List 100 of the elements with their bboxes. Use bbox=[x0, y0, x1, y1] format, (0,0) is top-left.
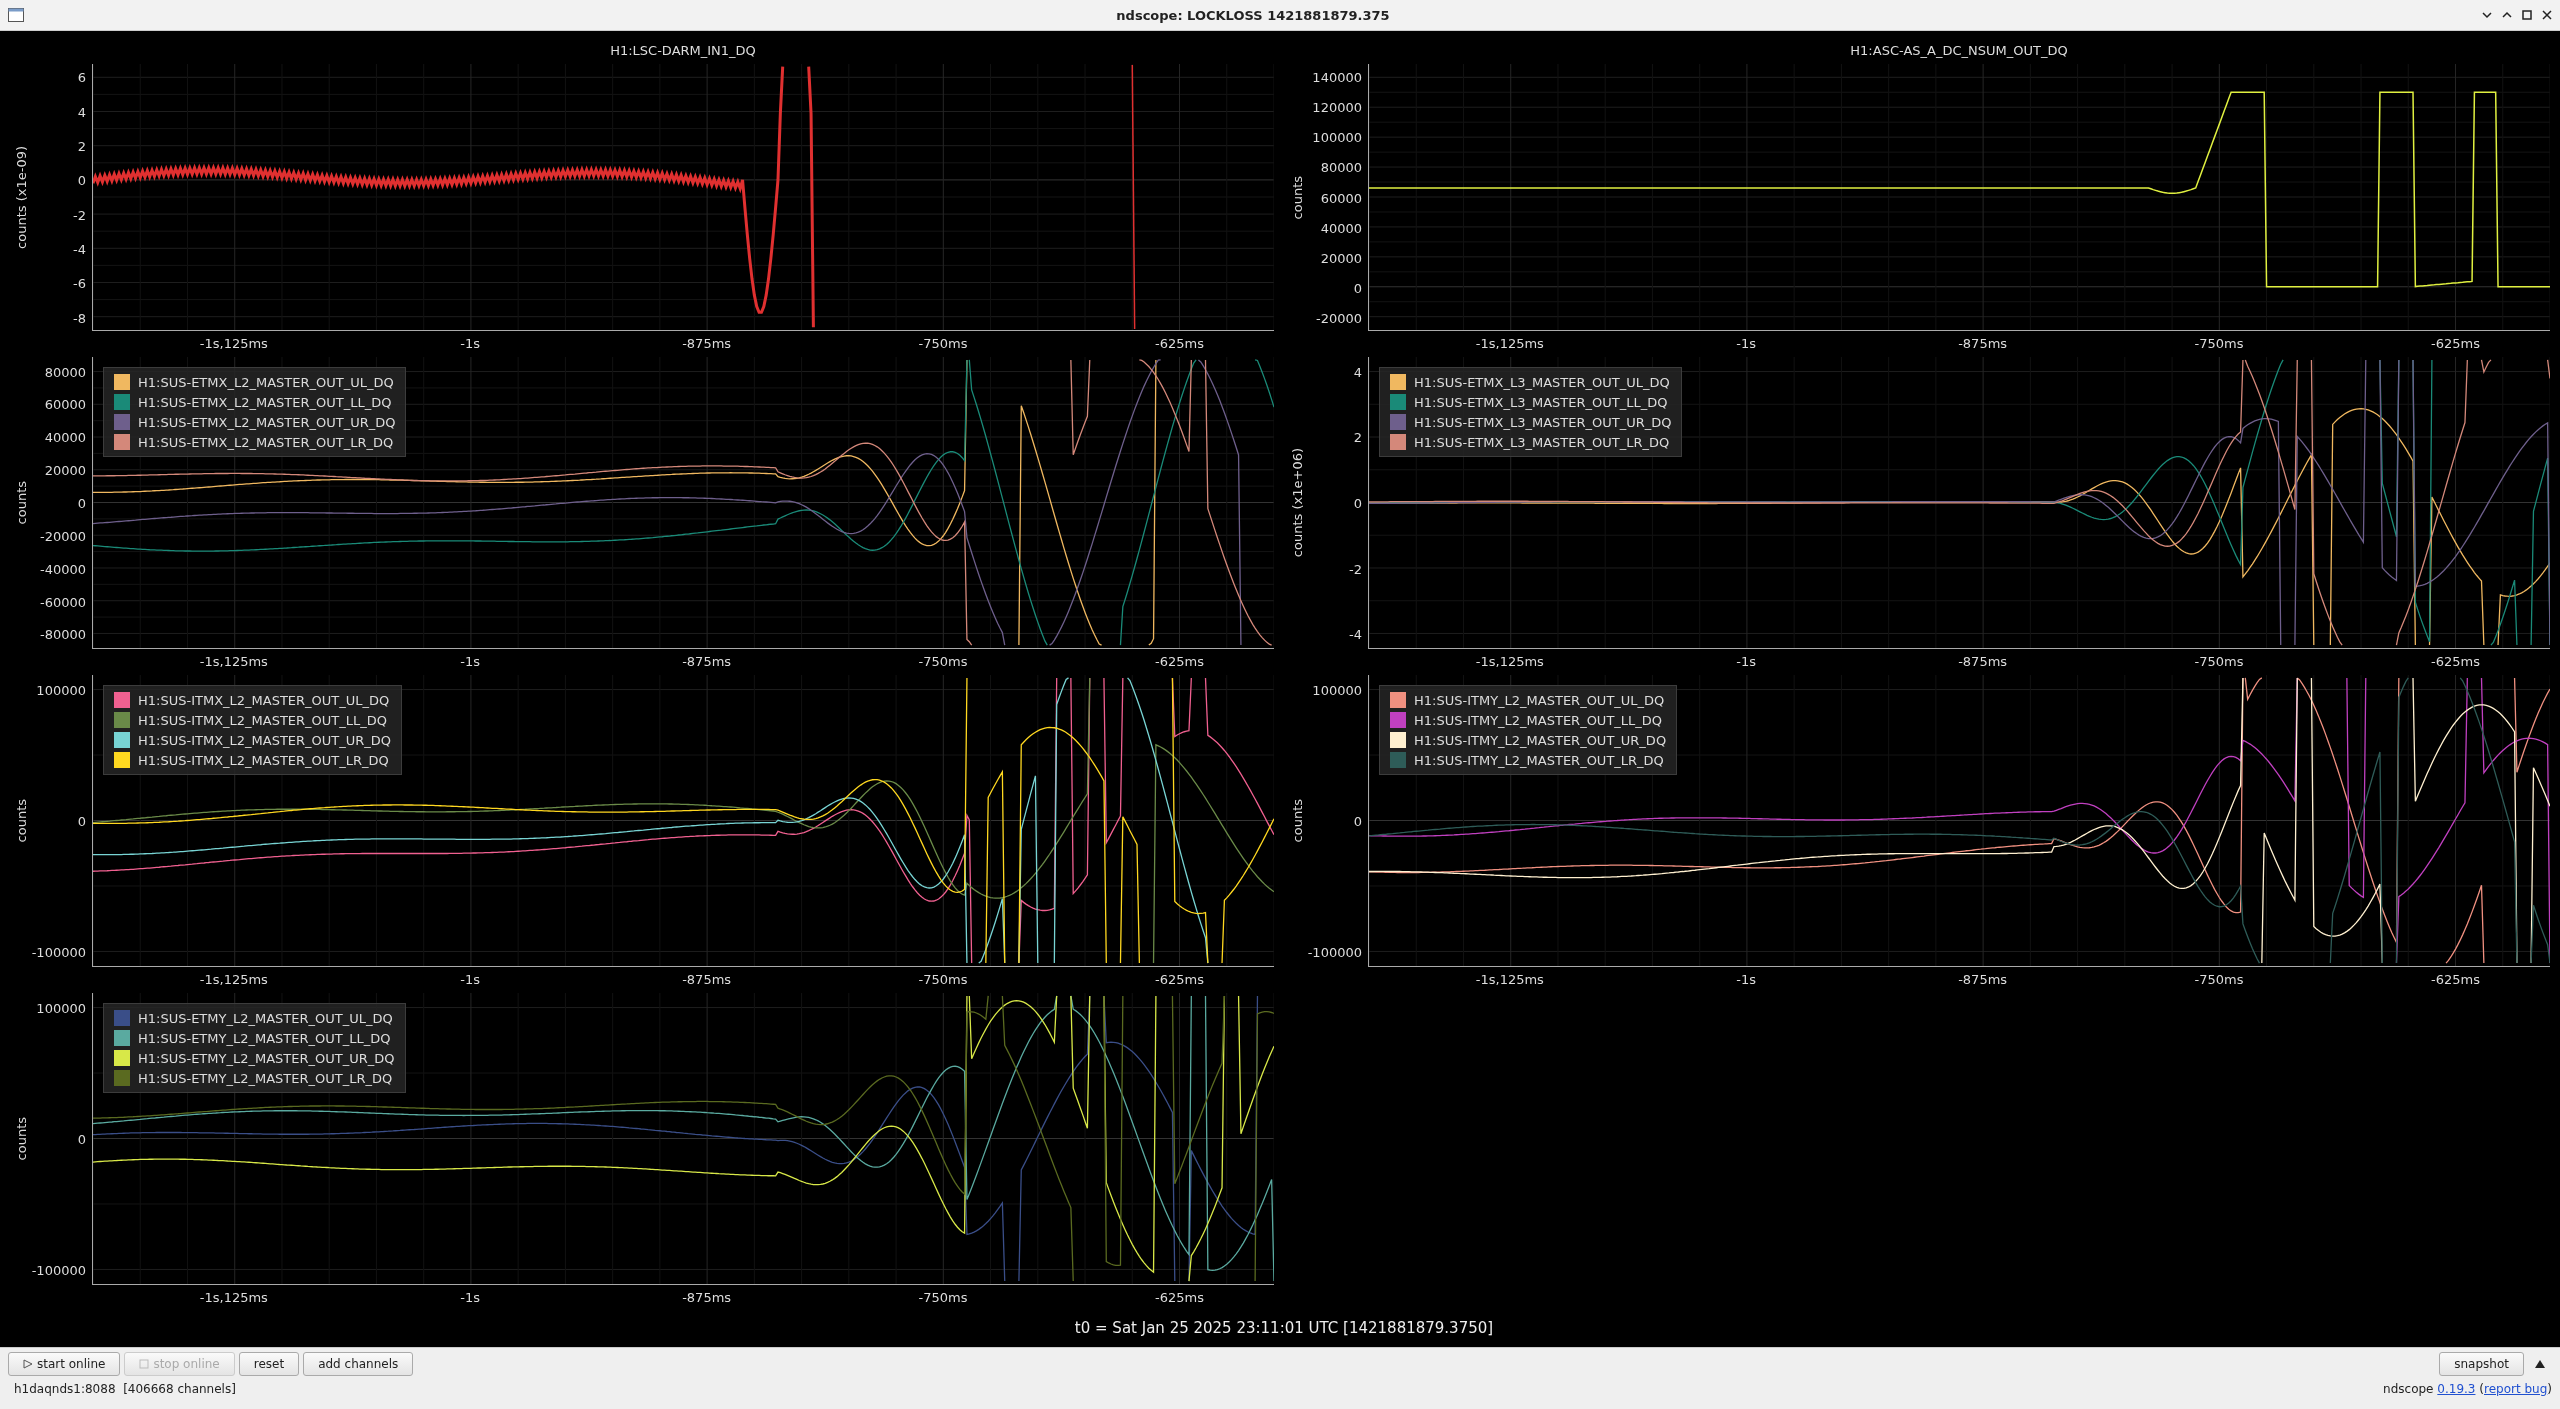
app-name: ndscope bbox=[2383, 1382, 2435, 1396]
tick-label: 6 bbox=[77, 69, 86, 85]
toolbar-button[interactable]: add channels bbox=[303, 1352, 414, 1376]
tick-label: 0 bbox=[77, 1131, 86, 1147]
tick-label: -875ms bbox=[682, 654, 732, 669]
tick-label: -40000 bbox=[39, 561, 86, 577]
tick-label: -1s,125ms bbox=[1475, 336, 1544, 351]
tick-label: -875ms bbox=[682, 972, 732, 987]
axis-label: counts bbox=[13, 481, 29, 525]
tick-label: -750ms bbox=[918, 972, 968, 987]
tick-label: -60000 bbox=[39, 594, 86, 610]
tick-label: 100000 bbox=[36, 682, 86, 698]
tick-label: -625ms bbox=[1154, 654, 1204, 669]
tick-label: 0 bbox=[77, 813, 86, 829]
tick-label: -1s,125ms bbox=[199, 1290, 268, 1305]
tick-label: -100000 bbox=[31, 944, 86, 960]
tick-label: -100000 bbox=[31, 1262, 86, 1278]
legend-label: H1:SUS-ETMY_L2_MASTER_OUT_LR_DQ bbox=[138, 1070, 393, 1086]
toolbar-button[interactable]: start online bbox=[8, 1352, 121, 1376]
axis-label: counts bbox=[1289, 175, 1305, 220]
tick-label: -625ms bbox=[2430, 654, 2480, 669]
legend-label: H1:SUS-ITMX_L2_MASTER_OUT_LR_DQ bbox=[138, 752, 389, 768]
tick-label: 40000 bbox=[1320, 220, 1362, 236]
tick-label: -4 bbox=[73, 241, 86, 257]
tick-label: 20000 bbox=[44, 462, 86, 478]
time-origin-label: t0 = Sat Jan 25 2025 23:11:01 UTC [1421881879.3750] bbox=[1073, 1318, 1495, 1339]
tick-label: 0 bbox=[1353, 495, 1362, 511]
tick-label: -1s bbox=[1736, 336, 1757, 351]
stop-icon bbox=[139, 1359, 150, 1369]
plot-title: H1:ASC-AS_A_DC_NSUM_OUT_DQ bbox=[1849, 42, 2069, 60]
tick-label: -2 bbox=[1349, 561, 1362, 577]
tick-label: -750ms bbox=[918, 336, 968, 351]
server-status: h1daqnds1:8088 [406668 channels] bbox=[14, 1382, 236, 1396]
paren-text: ( bbox=[2478, 1382, 2484, 1396]
tick-label: 40000 bbox=[44, 429, 86, 445]
tick-label: 120000 bbox=[1312, 99, 1362, 115]
version-link[interactable]: 0.19.3 bbox=[2437, 1382, 2476, 1396]
tick-label: -1s bbox=[1736, 972, 1757, 987]
tick-label: -1s bbox=[460, 1290, 481, 1305]
triangle-up-icon[interactable] bbox=[2534, 1359, 2546, 1369]
legend-label: H1:SUS-ITMY_L2_MASTER_OUT_UL_DQ bbox=[1414, 692, 1665, 708]
window-icon[interactable] bbox=[8, 8, 24, 22]
tick-label: -625ms bbox=[1154, 336, 1204, 351]
tick-label: -625ms bbox=[1154, 1290, 1204, 1305]
tick-label: -1s bbox=[1736, 654, 1757, 669]
legend-label: H1:SUS-ETMX_L2_MASTER_OUT_LR_DQ bbox=[138, 434, 394, 450]
tick-label: -750ms bbox=[918, 1290, 968, 1305]
tick-label: -1s,125ms bbox=[199, 972, 268, 987]
tick-label: -6 bbox=[73, 275, 86, 291]
legend-label: H1:SUS-ITMY_L2_MASTER_OUT_UR_DQ bbox=[1414, 732, 1667, 748]
tick-label: 60000 bbox=[44, 396, 86, 412]
tick-label: 80000 bbox=[44, 364, 86, 380]
paren-text: ) bbox=[2547, 1382, 2552, 1396]
axis-label: counts bbox=[13, 799, 29, 843]
tick-label: -875ms bbox=[1958, 336, 2008, 351]
tick-label: -1s,125ms bbox=[1475, 654, 1544, 669]
tick-label: -80000 bbox=[39, 626, 86, 642]
tick-label: -750ms bbox=[918, 654, 968, 669]
legend-label: H1:SUS-ETMX_L3_MASTER_OUT_UR_DQ bbox=[1414, 414, 1672, 430]
legend-label: H1:SUS-ETMX_L2_MASTER_OUT_UL_DQ bbox=[138, 374, 394, 390]
axis-label: counts bbox=[1289, 799, 1305, 843]
tick-label: -4 bbox=[1349, 626, 1362, 642]
legend-label: H1:SUS-ETMX_L2_MASTER_OUT_UR_DQ bbox=[138, 414, 396, 430]
tick-label: 100000 bbox=[36, 1000, 86, 1016]
legend-label: H1:SUS-ETMY_L2_MASTER_OUT_UL_DQ bbox=[138, 1010, 393, 1026]
tick-label: -20000 bbox=[1315, 310, 1362, 326]
maximize-icon[interactable] bbox=[2522, 10, 2532, 20]
tick-label: -8 bbox=[73, 310, 86, 326]
axis-label: counts (x1e+06) bbox=[1289, 448, 1305, 558]
tick-label: -1s,125ms bbox=[1475, 972, 1544, 987]
tick-label: -625ms bbox=[1154, 972, 1204, 987]
tick-label: -875ms bbox=[1958, 972, 2008, 987]
tick-label: 100000 bbox=[1312, 682, 1362, 698]
legend-label: H1:SUS-ITMX_L2_MASTER_OUT_UR_DQ bbox=[138, 732, 392, 748]
legend-label: H1:SUS-ITMY_L2_MASTER_OUT_LL_DQ bbox=[1414, 712, 1663, 728]
tick-label: -1s bbox=[460, 972, 481, 987]
chevron-up-icon[interactable] bbox=[2502, 11, 2512, 19]
play-icon bbox=[23, 1359, 33, 1369]
tick-label: 2 bbox=[1353, 429, 1362, 445]
tick-label: -1s bbox=[460, 336, 481, 351]
tick-label: 80000 bbox=[1320, 159, 1362, 175]
tick-label: -875ms bbox=[682, 336, 732, 351]
tick-label: -875ms bbox=[1958, 654, 2008, 669]
tick-label: -750ms bbox=[2194, 654, 2244, 669]
tick-label: -625ms bbox=[2430, 336, 2480, 351]
report-bug-link[interactable]: report bug bbox=[2484, 1382, 2548, 1396]
close-icon[interactable] bbox=[2542, 10, 2552, 20]
tick-label: -750ms bbox=[2194, 336, 2244, 351]
tick-label: 0 bbox=[1353, 280, 1362, 296]
axis-label: counts bbox=[13, 1117, 29, 1161]
legend-label: H1:SUS-ITMX_L2_MASTER_OUT_LL_DQ bbox=[138, 712, 387, 728]
legend-label: H1:SUS-ETMY_L2_MASTER_OUT_LL_DQ bbox=[138, 1030, 391, 1046]
snapshot-button[interactable]: snapshot bbox=[2439, 1352, 2524, 1376]
tick-label: 100000 bbox=[1312, 129, 1362, 145]
chevron-down-icon[interactable] bbox=[2482, 11, 2492, 19]
toolbar-button[interactable]: reset bbox=[238, 1352, 300, 1376]
legend-label: H1:SUS-ITMX_L2_MASTER_OUT_UL_DQ bbox=[138, 692, 390, 708]
tick-label: -1s bbox=[460, 654, 481, 669]
tick-label: -750ms bbox=[2194, 972, 2244, 987]
legend-label: H1:SUS-ETMX_L3_MASTER_OUT_LL_DQ bbox=[1414, 394, 1668, 410]
